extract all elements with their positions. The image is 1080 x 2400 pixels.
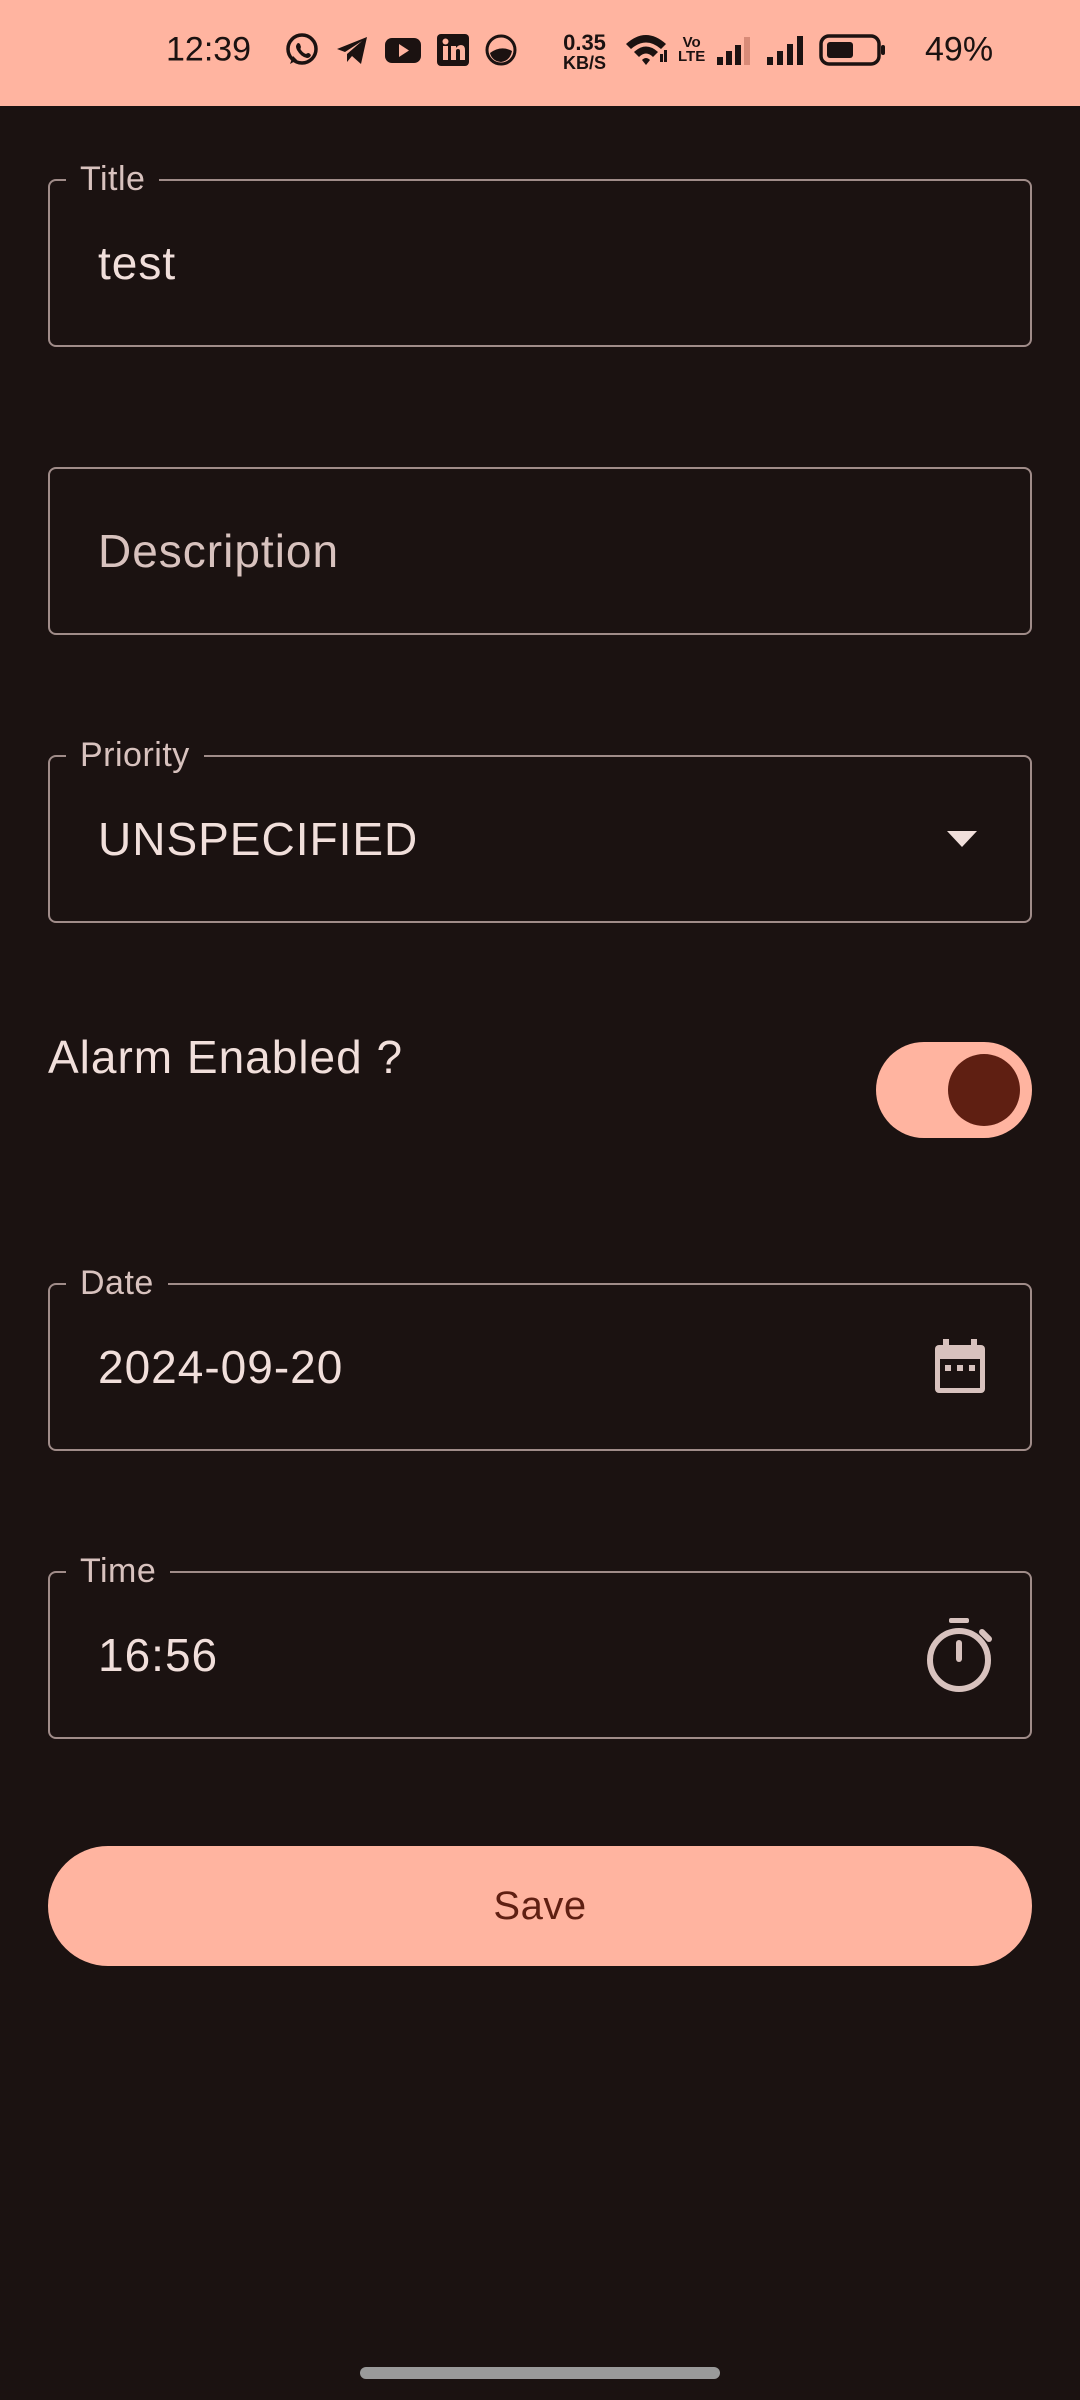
status-time: 12:39 <box>166 30 252 69</box>
alarm-enabled-label: Alarm Enabled ? <box>48 1031 404 1083</box>
status-bar: 12:39 0.35 KB/S Vo LTE 49% <box>0 0 1080 106</box>
system-icons: Vo LTE <box>624 32 887 68</box>
network-speed: 0.35 KB/S <box>563 30 607 73</box>
youtube-icon <box>384 32 422 68</box>
volte-indicator: Vo LTE <box>678 35 706 65</box>
signal-icon-sim2 <box>765 33 809 67</box>
home-indicator[interactable] <box>360 2367 720 2379</box>
network-speed-value: 0.35 <box>563 30 606 55</box>
timer-icon[interactable] <box>924 1616 994 1694</box>
description-field[interactable]: Description <box>48 467 1032 635</box>
moon-app-icon <box>484 33 518 67</box>
volte-line2: LTE <box>678 48 706 65</box>
battery-icon <box>819 33 887 67</box>
time-value[interactable]: 16:56 <box>98 1628 218 1682</box>
date-value[interactable]: 2024-09-20 <box>98 1340 343 1394</box>
description-input[interactable]: Description <box>98 524 339 578</box>
title-input[interactable]: test <box>98 236 176 290</box>
alarm-enabled-switch[interactable] <box>876 1042 1032 1138</box>
time-field[interactable]: Time 16:56 <box>48 1551 1032 1739</box>
signal-icon-sim1 <box>715 33 755 67</box>
switch-thumb <box>948 1054 1020 1126</box>
date-field[interactable]: Date 2024-09-20 <box>48 1263 1032 1451</box>
save-button[interactable]: Save <box>48 1846 1032 1966</box>
date-label: Date <box>66 1263 168 1303</box>
calendar-icon[interactable] <box>932 1337 988 1397</box>
whatsapp-icon <box>284 32 320 68</box>
notification-icons <box>284 32 518 68</box>
telegram-icon <box>334 32 370 68</box>
dropdown-arrow-icon[interactable] <box>946 830 978 848</box>
title-field[interactable]: Title test <box>48 159 1032 347</box>
priority-dropdown[interactable]: Priority UNSPECIFIED <box>48 735 1032 923</box>
wifi-icon <box>624 32 668 68</box>
priority-label: Priority <box>66 735 204 775</box>
priority-value: UNSPECIFIED <box>98 813 419 865</box>
title-label: Title <box>66 159 160 199</box>
network-speed-unit: KB/S <box>563 53 607 73</box>
time-label: Time <box>66 1551 171 1591</box>
battery-percent: 49% <box>925 30 994 69</box>
linkedin-icon <box>436 33 470 67</box>
